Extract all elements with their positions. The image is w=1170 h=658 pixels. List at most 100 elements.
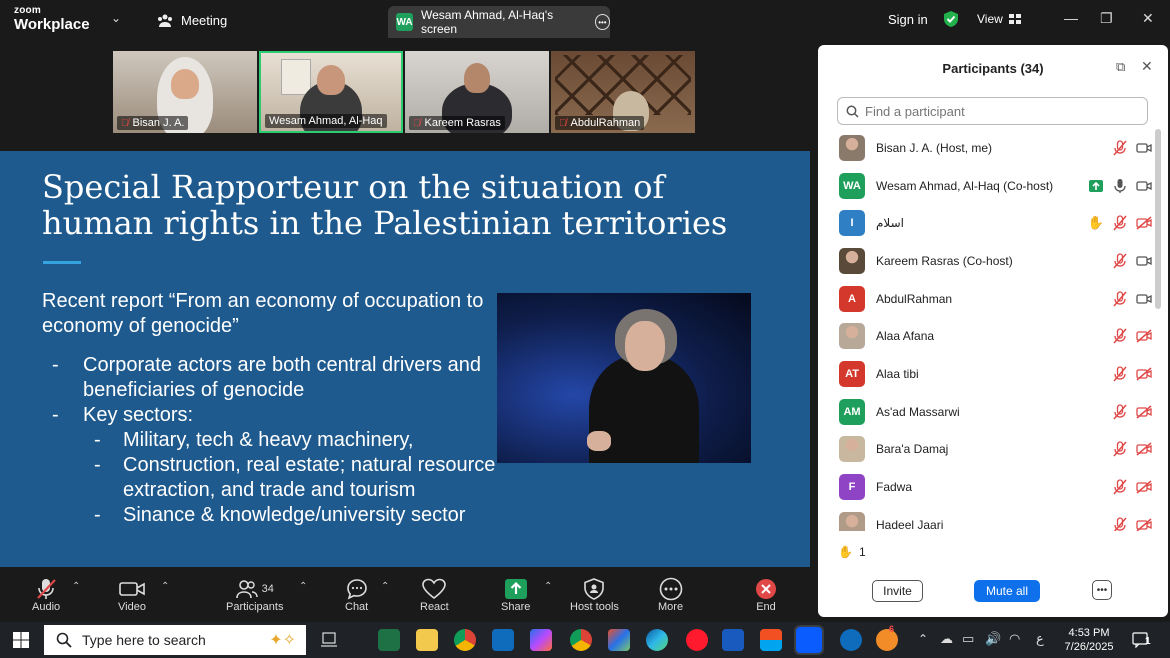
video-camera-icon[interactable]: [1136, 253, 1152, 269]
video-camera-icon[interactable]: [1136, 178, 1152, 194]
zoom-workplace-logo[interactable]: zoom Workplace: [14, 6, 90, 33]
participant-row[interactable]: WA Wesam Ahmad, Al-Haq (Co-host): [818, 167, 1156, 205]
copilot-app-icon[interactable]: [530, 629, 552, 651]
video-off-icon[interactable]: [1136, 404, 1152, 420]
video-tile-wesam[interactable]: Wesam Ahmad, Al-Haq: [259, 51, 403, 133]
chat-button[interactable]: Chat: [345, 577, 368, 613]
outlook-app-icon[interactable]: [492, 629, 514, 651]
view-button[interactable]: View: [977, 12, 1021, 26]
zoom-app-icon[interactable]: [794, 625, 824, 655]
file-explorer-icon[interactable]: [416, 629, 438, 651]
system-clock[interactable]: 4:53 PM 7/26/2025: [1054, 626, 1124, 654]
notification-app-icon[interactable]: [876, 629, 898, 651]
sign-in-button[interactable]: Sign in: [888, 12, 928, 27]
video-off-icon[interactable]: [1136, 479, 1152, 495]
mic-muted-icon[interactable]: [1112, 479, 1128, 495]
mic-muted-icon[interactable]: [1112, 290, 1128, 307]
opera-app-icon[interactable]: [686, 629, 708, 651]
video-off-icon[interactable]: [1136, 441, 1152, 457]
mic-muted-icon[interactable]: [1112, 253, 1128, 269]
close-icon[interactable]: ✕: [1142, 10, 1154, 27]
mic-muted-icon[interactable]: [1112, 140, 1128, 156]
video-options-chevron-icon[interactable]: ⌃: [161, 581, 169, 592]
screen-share-tab[interactable]: WA Wesam Ahmad, Al-Haq's screen •••: [388, 6, 610, 38]
participants-button[interactable]: 34 Participants: [226, 577, 283, 613]
invite-button[interactable]: Invite: [872, 580, 923, 602]
share-button[interactable]: Share: [501, 577, 530, 613]
participant-status-icons: [1112, 129, 1152, 167]
video-tile-kareem[interactable]: 🎙̸ Kareem Rasras: [405, 51, 549, 133]
participant-list-scrollbar[interactable]: [1155, 129, 1161, 309]
video-camera-icon: [119, 582, 145, 596]
participant-row[interactable]: AM As'ad Massarwi: [818, 393, 1156, 431]
chat-options-chevron-icon[interactable]: ⌃: [381, 581, 389, 592]
chevron-up-icon[interactable]: ⌃: [918, 632, 928, 646]
more-options-icon[interactable]: •••: [594, 14, 610, 30]
participant-name: Fadwa: [876, 480, 913, 495]
chevron-down-icon[interactable]: ⌄: [111, 11, 121, 25]
pop-out-icon[interactable]: ⧉: [1116, 59, 1125, 75]
mic-muted-icon[interactable]: [1112, 441, 1128, 457]
participants-options-chevron-icon[interactable]: ⌃: [299, 581, 307, 592]
chrome-profile-app-icon[interactable]: [570, 629, 592, 651]
participant-row[interactable]: Bara'a Damaj: [818, 431, 1156, 469]
video-button[interactable]: Video: [118, 577, 146, 613]
help-app-icon[interactable]: [840, 629, 862, 651]
audio-options-chevron-icon[interactable]: ⌃: [72, 581, 80, 592]
participant-row[interactable]: Hadeel Jaari: [818, 506, 1156, 531]
participant-row[interactable]: F Fadwa: [818, 468, 1156, 506]
participant-row[interactable]: Bisan J. A. (Host, me): [818, 129, 1156, 167]
word-app-icon[interactable]: [722, 629, 744, 651]
mic-muted-icon[interactable]: [1112, 215, 1128, 231]
excel-app-icon[interactable]: [378, 629, 400, 651]
input-language-indicator[interactable]: ع: [1036, 631, 1044, 647]
battery-icon[interactable]: ▭: [962, 631, 974, 647]
more-options-button[interactable]: •••: [1092, 580, 1112, 600]
taskbar-search-box[interactable]: Type here to search ✦✧: [44, 625, 306, 655]
speaker-icon[interactable]: 🔊: [985, 631, 1001, 647]
restore-icon[interactable]: ❐: [1100, 10, 1113, 27]
participant-search-input[interactable]: [865, 103, 1135, 119]
video-off-icon[interactable]: [1136, 517, 1152, 531]
video-off-icon[interactable]: [1136, 366, 1152, 382]
participant-search-box[interactable]: [837, 97, 1148, 125]
mic-icon[interactable]: [1112, 178, 1128, 194]
edge-app-icon[interactable]: [646, 629, 668, 651]
participant-status-icons: [1112, 280, 1152, 318]
participant-row[interactable]: Alaa Afana: [818, 317, 1156, 355]
video-tile-bisan[interactable]: 🎙̸ Bisan J. A.: [113, 51, 257, 133]
participant-row[interactable]: AT Alaa tibi: [818, 355, 1156, 393]
participant-row[interactable]: Kareem Rasras (Co-host): [818, 242, 1156, 280]
m365-app-icon[interactable]: [608, 629, 630, 651]
meeting-tab[interactable]: Meeting: [157, 13, 227, 28]
host-tools-button[interactable]: Host tools: [570, 577, 619, 613]
mic-muted-icon[interactable]: [1112, 404, 1128, 420]
task-view-icon[interactable]: [320, 632, 338, 648]
mic-muted-icon[interactable]: [1112, 366, 1128, 382]
cloud-icon[interactable]: ☁: [940, 631, 953, 647]
participant-row[interactable]: I اسلام ✋: [818, 204, 1156, 242]
store-app-icon[interactable]: [760, 629, 782, 651]
raised-hands-summary[interactable]: ✋ 1: [838, 545, 866, 559]
end-meeting-button[interactable]: End: [755, 577, 777, 613]
video-off-icon[interactable]: [1136, 328, 1152, 344]
wifi-icon[interactable]: ◠: [1009, 631, 1020, 647]
shield-check-icon[interactable]: [943, 10, 959, 28]
video-tile-abdulrahman[interactable]: 🎙̸ AbdulRahman: [551, 51, 695, 133]
more-button[interactable]: More: [658, 577, 683, 613]
video-off-icon[interactable]: [1136, 215, 1152, 231]
mute-all-button[interactable]: Mute all: [974, 580, 1040, 602]
react-button[interactable]: React: [420, 577, 449, 613]
audio-button[interactable]: Audio: [32, 577, 60, 613]
minimize-icon[interactable]: —: [1064, 10, 1078, 26]
video-camera-icon[interactable]: [1136, 140, 1152, 156]
video-camera-icon[interactable]: [1136, 291, 1152, 307]
mic-muted-icon[interactable]: [1112, 328, 1128, 344]
participant-row[interactable]: A AbdulRahman: [818, 280, 1156, 318]
participant-name: اسلام: [876, 216, 904, 231]
close-icon[interactable]: ✕: [1141, 58, 1153, 75]
windows-start-icon[interactable]: [13, 632, 29, 648]
share-options-chevron-icon[interactable]: ⌃: [544, 581, 552, 592]
chrome-app-icon[interactable]: [454, 629, 476, 651]
mic-muted-icon[interactable]: [1112, 517, 1128, 531]
